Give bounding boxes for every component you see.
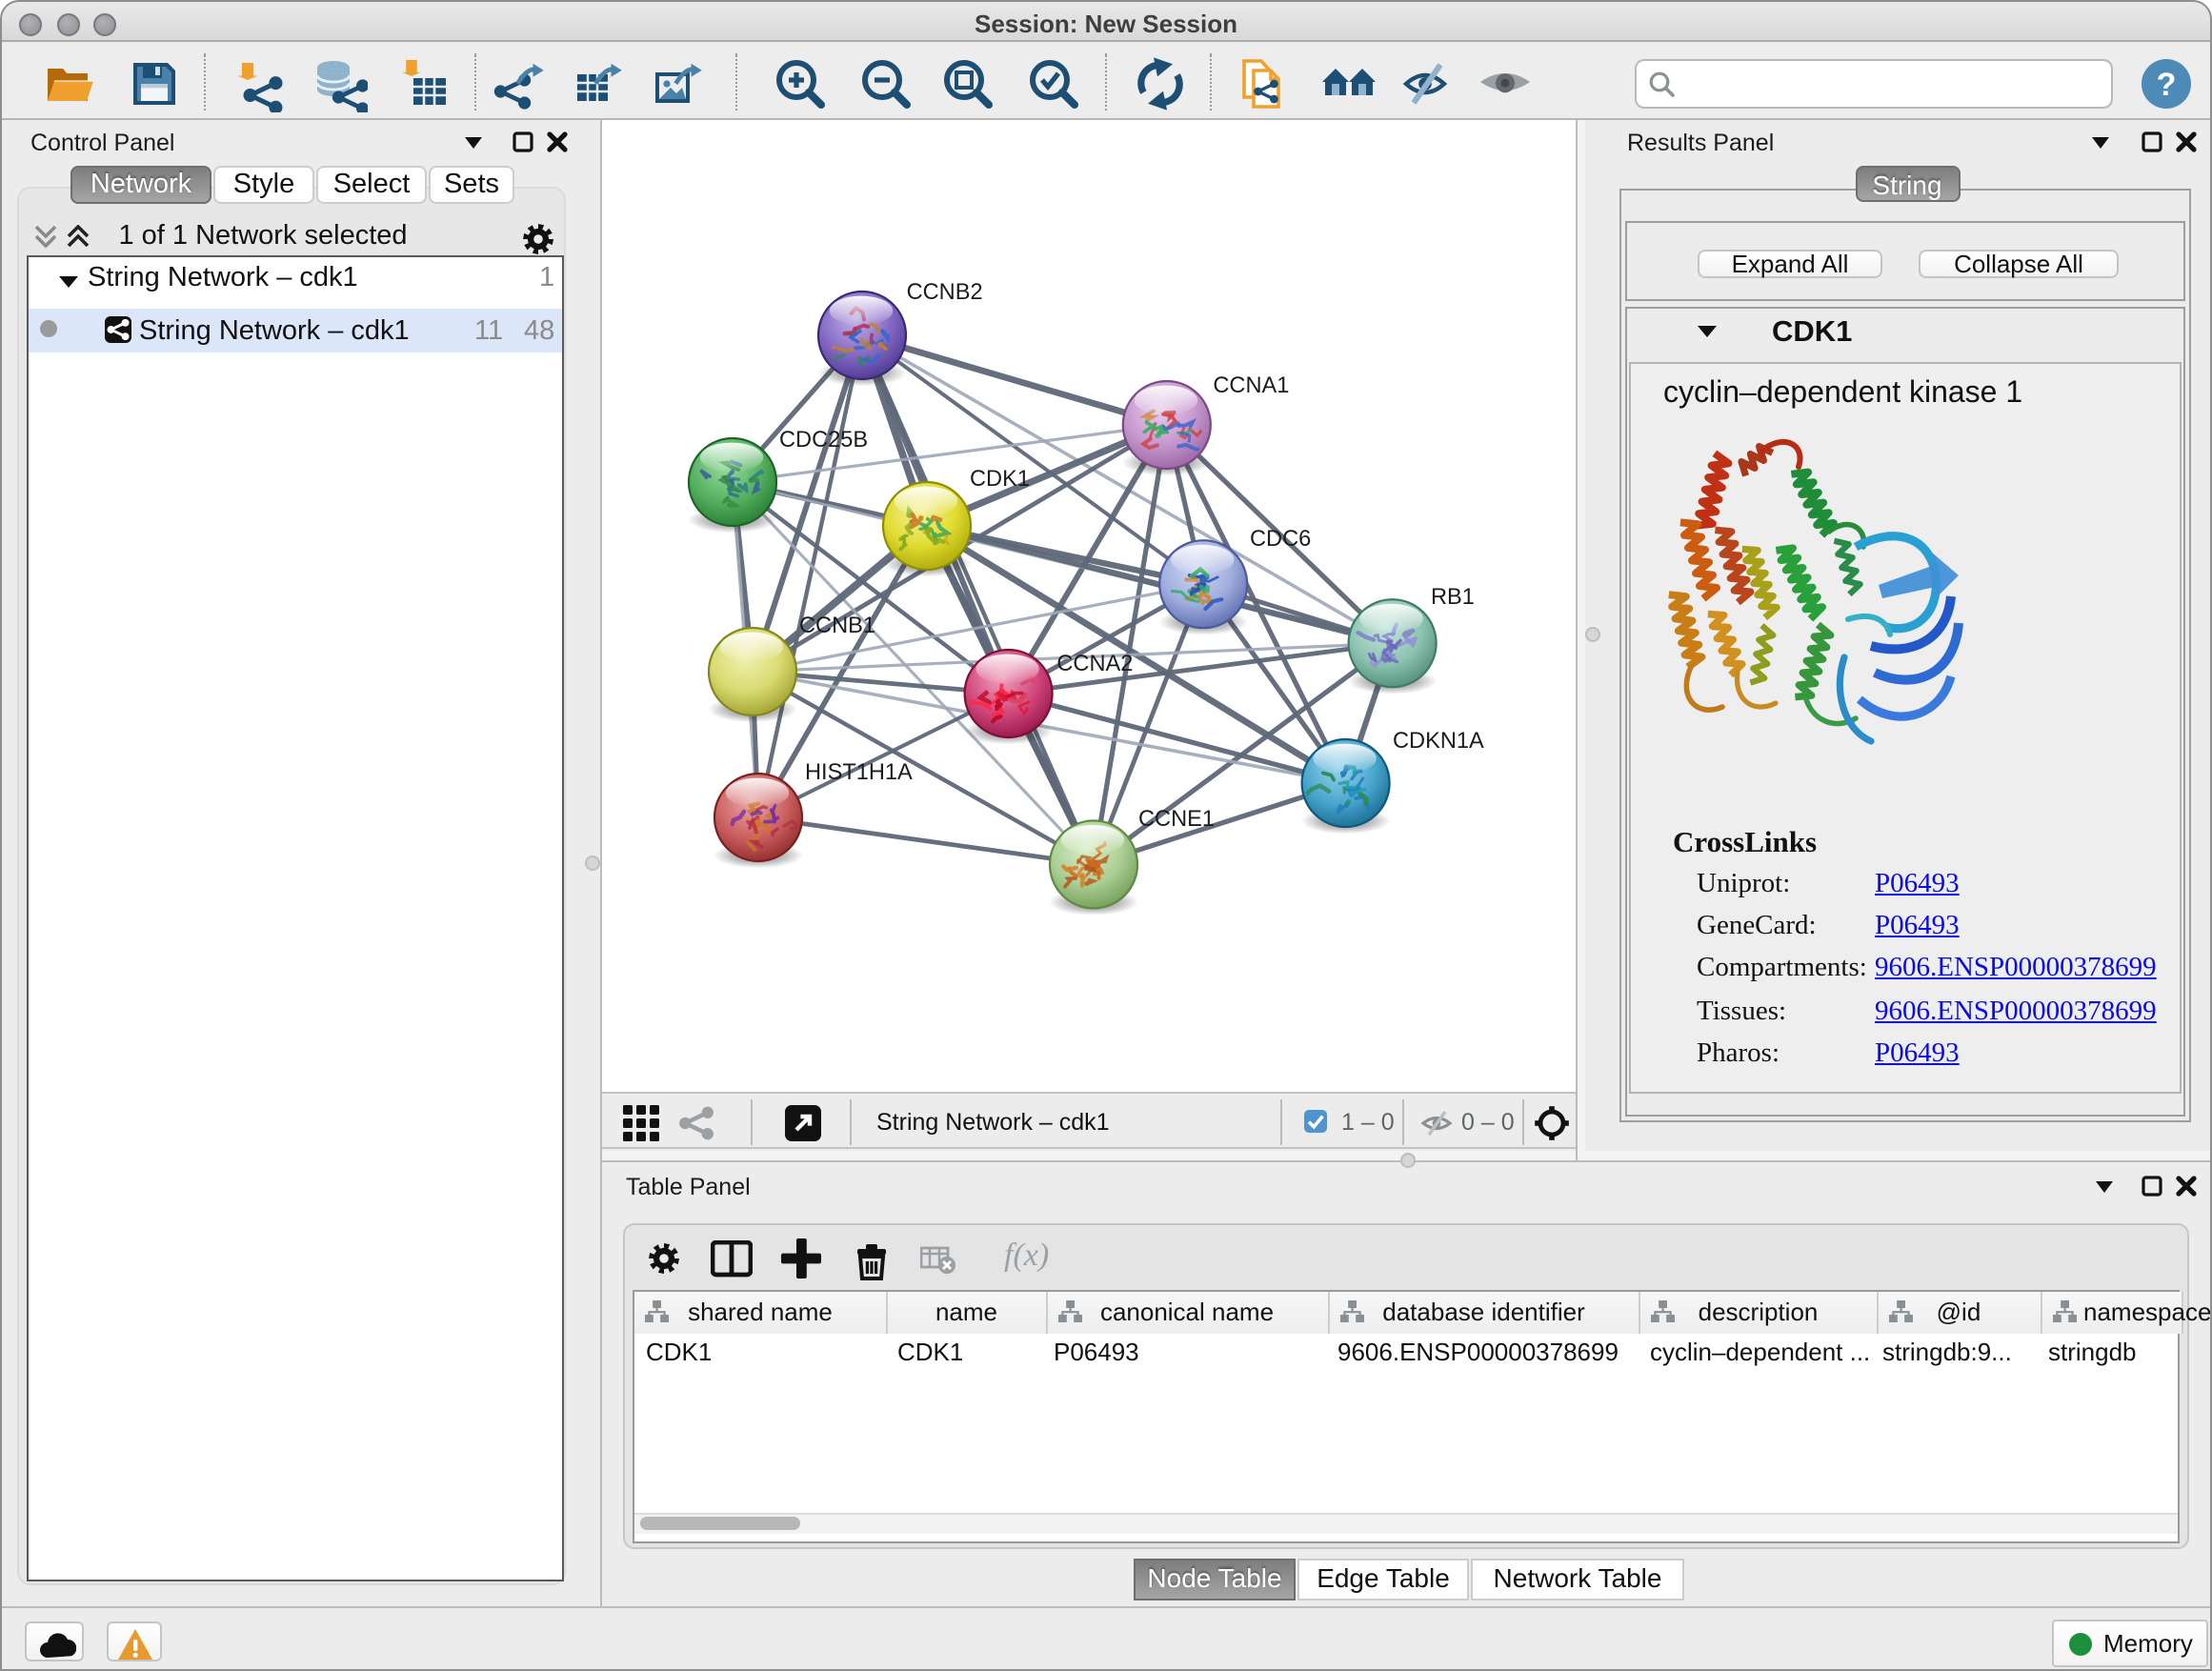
svg-text:HIST1H1A: HIST1H1A	[805, 760, 913, 785]
svg-text:CCNB2: CCNB2	[907, 280, 983, 305]
svg-text:CCNE1: CCNE1	[1138, 807, 1215, 832]
svg-text:CDKN1A: CDKN1A	[1393, 729, 1484, 754]
svg-text:CCNA2: CCNA2	[1056, 652, 1133, 676]
svg-text:CDC6: CDC6	[1250, 527, 1311, 552]
svg-text:CDK1: CDK1	[970, 467, 1030, 492]
svg-text:RB1: RB1	[1431, 585, 1475, 610]
svg-text:CCNA1: CCNA1	[1213, 373, 1289, 398]
svg-text:CCNB1: CCNB1	[799, 614, 875, 638]
svg-text:?: ?	[2157, 67, 2177, 103]
svg-text:CDC25B: CDC25B	[779, 428, 868, 453]
